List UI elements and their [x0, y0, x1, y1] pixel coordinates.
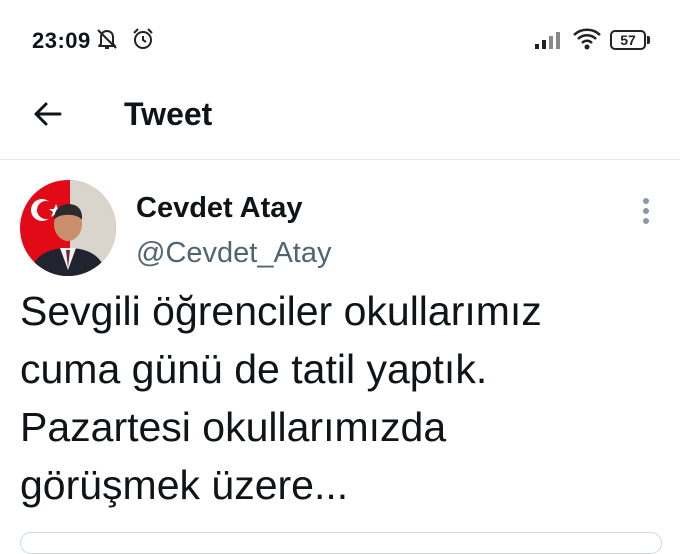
- wifi-icon: [572, 26, 602, 57]
- more-dot: [643, 218, 649, 224]
- author-name[interactable]: Cevdet Atay: [136, 191, 303, 225]
- tweet-text-line: Pazartesi okullarımızda: [20, 404, 447, 450]
- status-bar: 23:09 57: [0, 0, 680, 80]
- battery-level: 57: [620, 32, 636, 48]
- alarm-clock-icon: [130, 26, 156, 57]
- more-dot: [643, 208, 649, 214]
- embedded-card-edge[interactable]: [20, 532, 662, 554]
- tweet-text: Sevgili öğrenciler okullarımız cuma günü…: [20, 282, 660, 514]
- author-handle[interactable]: @Cevdet_Atay: [136, 236, 331, 270]
- tweet-text-line: görüşmek üzere...: [20, 462, 349, 508]
- battery-tip: [647, 36, 650, 44]
- arrow-left-icon: [34, 102, 62, 126]
- signal-bars-icon: [534, 30, 562, 55]
- tweet-text-line: cuma günü de tatil yaptık.: [20, 346, 488, 392]
- avatar[interactable]: [20, 180, 116, 276]
- more-options-button[interactable]: [638, 196, 654, 226]
- header-divider: [0, 159, 680, 160]
- battery-icon: 57: [610, 30, 646, 50]
- page-title: Tweet: [124, 96, 213, 132]
- status-time: 23:09: [32, 28, 91, 53]
- more-vertical-icon: [643, 198, 649, 204]
- bell-muted-icon: [94, 26, 120, 57]
- back-button[interactable]: [30, 96, 66, 132]
- tweet-text-line: Sevgili öğrenciler okullarımız: [20, 288, 542, 334]
